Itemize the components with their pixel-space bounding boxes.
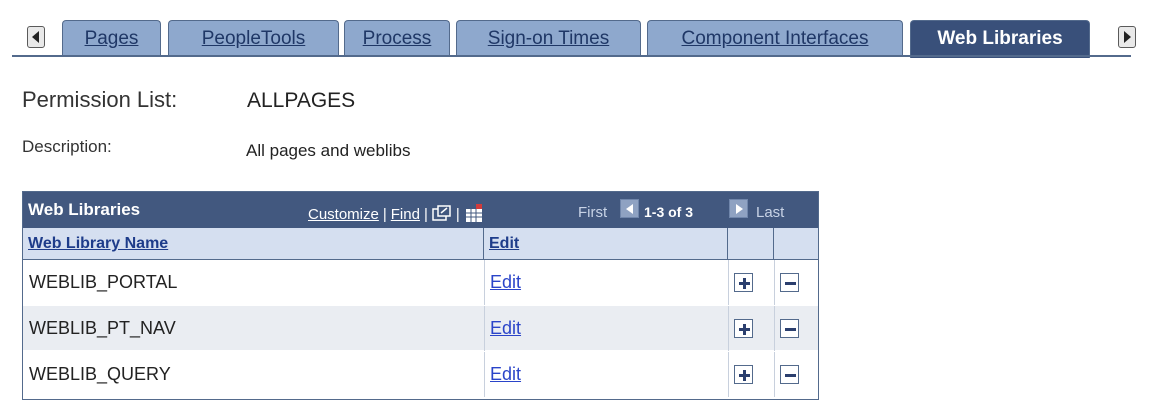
table-row: WEBLIB_PT_NAV Edit	[23, 306, 818, 351]
web-library-name: WEBLIB_PT_NAV	[29, 318, 176, 338]
next-row-icon[interactable]	[729, 199, 748, 218]
tab-scroll-right-icon[interactable]	[1118, 26, 1136, 48]
tab-component-interfaces[interactable]: Component Interfaces	[647, 20, 903, 56]
customize-link[interactable]: Customize	[308, 206, 379, 223]
delete-row-icon[interactable]	[780, 365, 799, 384]
separator: |	[423, 206, 428, 223]
column-divider	[728, 352, 729, 397]
edit-cell: Edit	[490, 260, 521, 305]
column-header-delete	[774, 228, 818, 260]
separator: |	[382, 206, 387, 223]
web-library-name: WEBLIB_PORTAL	[29, 272, 178, 292]
nav-first-label: First	[578, 204, 608, 221]
delete-row-icon[interactable]	[780, 273, 799, 292]
web-library-name: WEBLIB_QUERY	[29, 364, 171, 384]
column-header-label[interactable]: Edit	[489, 235, 519, 252]
column-header-edit[interactable]: Edit	[484, 228, 728, 260]
column-divider	[774, 306, 775, 351]
delete-row-icon[interactable]	[780, 319, 799, 338]
grid-title: Web Libraries	[28, 200, 141, 219]
tab-label: Pages	[84, 28, 139, 49]
column-divider	[728, 260, 729, 305]
edit-cell: Edit	[490, 306, 521, 351]
add-row-icon[interactable]	[734, 319, 753, 338]
tab-process[interactable]: Process	[344, 20, 450, 56]
add-row-icon[interactable]	[734, 365, 753, 384]
tab-label: Component Interfaces	[681, 28, 869, 49]
view-all-icon[interactable]	[432, 205, 452, 222]
web-libraries-grid: Web Libraries Customize | Find | | First 1-3…	[22, 191, 819, 400]
grid-tools: Customize | Find | |	[308, 204, 484, 224]
column-divider	[484, 260, 485, 305]
download-spreadsheet-icon[interactable]	[464, 204, 484, 224]
tab-label: Sign-on Times	[487, 28, 610, 49]
tab-scroll-left-icon[interactable]	[27, 26, 45, 48]
column-header-label[interactable]: Web Library Name	[28, 235, 168, 252]
tab-label: Web Libraries	[937, 28, 1063, 49]
column-header-add	[728, 228, 774, 260]
table-row: WEBLIB_QUERY Edit	[23, 352, 818, 397]
tab-underline	[12, 55, 1131, 57]
find-link[interactable]: Find	[391, 206, 420, 223]
edit-link[interactable]: Edit	[490, 364, 521, 384]
edit-cell: Edit	[490, 352, 521, 397]
tab-peopletools[interactable]: PeopleTools	[168, 20, 339, 56]
description-label: Description:	[22, 137, 112, 156]
tab-label: PeopleTools	[201, 28, 306, 49]
column-divider	[484, 352, 485, 397]
tab-pages[interactable]: Pages	[62, 20, 161, 56]
edit-link[interactable]: Edit	[490, 272, 521, 292]
previous-row-icon[interactable]	[620, 199, 639, 218]
tab-sign-on-times[interactable]: Sign-on Times	[456, 20, 641, 56]
row-count: 1-3 of 3	[644, 204, 694, 220]
permission-list-value: ALLPAGES	[247, 89, 356, 112]
table-row: WEBLIB_PORTAL Edit	[23, 260, 818, 305]
description-value: All pages and weblibs	[246, 141, 411, 160]
column-divider	[728, 306, 729, 351]
edit-link[interactable]: Edit	[490, 318, 521, 338]
nav-last-label: Last	[756, 204, 785, 221]
tab-strip: Pages PeopleTools Process Sign-on Times …	[0, 0, 1151, 58]
column-divider	[484, 306, 485, 351]
permission-list-label: Permission List:	[22, 87, 178, 112]
column-divider	[774, 260, 775, 305]
column-header-web-library-name[interactable]: Web Library Name	[23, 228, 484, 260]
add-row-icon[interactable]	[734, 273, 753, 292]
separator: |	[455, 206, 460, 223]
tab-label: Process	[362, 28, 432, 49]
column-divider	[774, 352, 775, 397]
grid-header-bar: Web Libraries Customize | Find | | First 1-3…	[23, 192, 818, 228]
tab-web-libraries[interactable]: Web Libraries	[910, 20, 1090, 58]
